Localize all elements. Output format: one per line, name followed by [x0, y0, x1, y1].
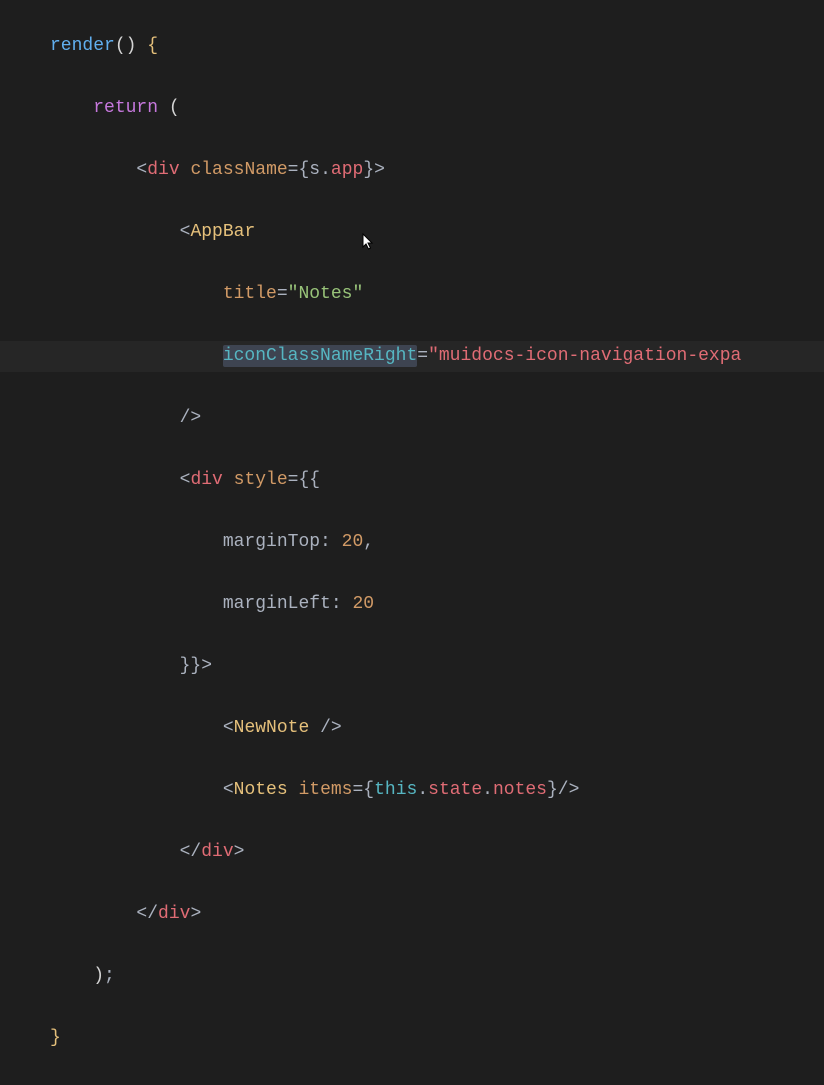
appbar-component: AppBar — [190, 222, 255, 242]
code-line[interactable]: <div className={s.app}> — [0, 155, 824, 186]
notes-component: Notes — [234, 780, 288, 800]
iconclassname-attr: iconClassNameRight — [223, 346, 417, 366]
marginleft-prop: marginLeft — [223, 594, 331, 614]
code-line[interactable]: <Notes items={this.state.notes}/> — [0, 775, 824, 806]
div-tag: div — [190, 470, 222, 490]
text-selection: iconClassNameRight — [223, 345, 417, 367]
title-value: "Notes" — [288, 284, 364, 304]
code-line[interactable]: <div style={{ — [0, 465, 824, 496]
iconclassname-value: "muidocs-icon-navigation-expa — [428, 346, 741, 366]
margintop-prop: marginTop — [223, 532, 320, 552]
code-line[interactable]: title="Notes" — [0, 279, 824, 310]
newnote-component: NewNote — [234, 718, 310, 738]
method-name: render — [50, 36, 115, 56]
code-line[interactable]: marginTop: 20, — [0, 527, 824, 558]
code-line[interactable]: render() { — [0, 31, 824, 62]
code-line[interactable]: </div> — [0, 899, 824, 930]
style-attr: style — [234, 470, 288, 490]
code-line[interactable]: </div> — [0, 837, 824, 868]
code-line[interactable]: <AppBar — [0, 217, 824, 248]
code-line[interactable]: }}> — [0, 651, 824, 682]
return-keyword: return — [93, 98, 158, 118]
paren: ( — [169, 98, 180, 118]
items-attr: items — [298, 780, 352, 800]
code-editor[interactable]: render() { return ( <div className={s.ap… — [0, 0, 824, 1085]
code-line[interactable]: ); — [0, 961, 824, 992]
title-attr: title — [223, 284, 277, 304]
brace: { — [147, 36, 158, 56]
parens: () — [115, 36, 137, 56]
classname-attr: className — [190, 160, 287, 180]
code-line[interactable]: <NewNote /> — [0, 713, 824, 744]
code-line[interactable]: /> — [0, 403, 824, 434]
code-line[interactable]: marginLeft: 20 — [0, 589, 824, 620]
code-line[interactable]: } — [0, 1023, 824, 1054]
code-line[interactable]: return ( — [0, 93, 824, 124]
code-line[interactable]: iconClassNameRight="muidocs-icon-navigat… — [0, 341, 824, 372]
div-tag: div — [147, 160, 179, 180]
